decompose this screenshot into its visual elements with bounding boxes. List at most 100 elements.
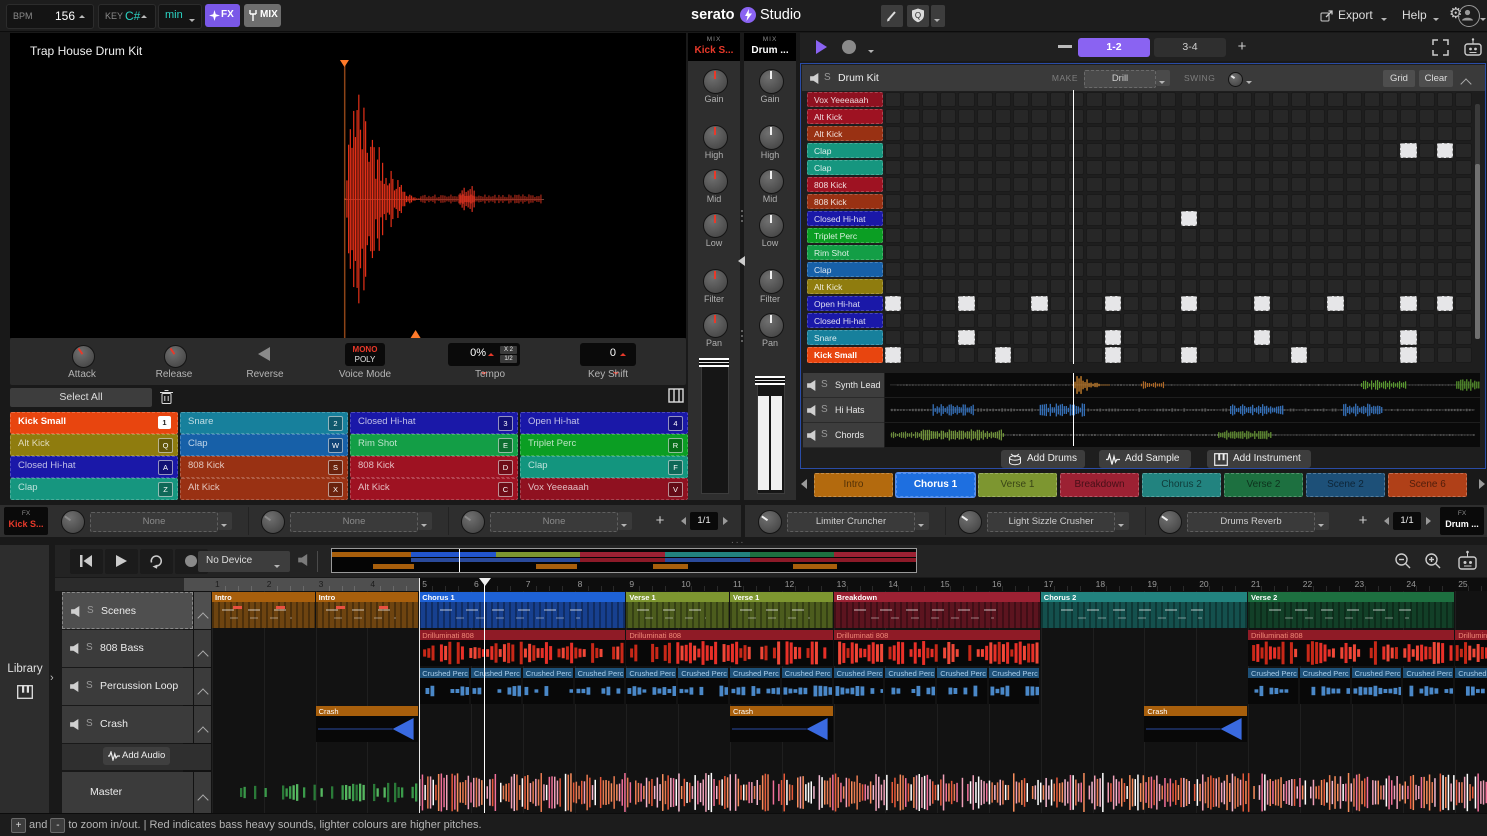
step-cell[interactable] bbox=[1437, 279, 1453, 294]
step-cell[interactable] bbox=[995, 177, 1011, 192]
step-cell[interactable] bbox=[922, 143, 938, 158]
step-cell[interactable] bbox=[1068, 160, 1084, 175]
pad-clap[interactable]: ClapW bbox=[180, 434, 348, 456]
step-cell[interactable] bbox=[1050, 109, 1066, 124]
step-cell[interactable] bbox=[1123, 126, 1139, 141]
step-cell[interactable] bbox=[903, 160, 919, 175]
step-cell[interactable] bbox=[1419, 313, 1435, 328]
step-cell[interactable] bbox=[885, 143, 901, 158]
seq-row-label-14[interactable]: Snare bbox=[807, 330, 883, 345]
step-cell[interactable] bbox=[1160, 143, 1176, 158]
step-cell[interactable] bbox=[1181, 177, 1197, 192]
perc-clip[interactable]: Crushed Perc bbox=[1455, 668, 1487, 704]
record-options-caret[interactable] bbox=[868, 44, 876, 52]
step-cell[interactable] bbox=[958, 211, 974, 226]
solo-badge[interactable]: S bbox=[86, 680, 96, 692]
fx-knob-1[interactable] bbox=[958, 510, 982, 534]
step-cell[interactable] bbox=[1327, 313, 1343, 328]
pad-closed-hi-hat[interactable]: Closed Hi-hatA bbox=[10, 456, 178, 478]
scene-clip-verse-1[interactable]: Verse 1 bbox=[730, 592, 833, 628]
step-cell[interactable] bbox=[922, 126, 938, 141]
key-stepper[interactable] bbox=[141, 9, 151, 24]
fx-slot-dropdown-0[interactable]: None bbox=[90, 512, 218, 532]
step-cell[interactable] bbox=[1236, 194, 1252, 209]
step-cell[interactable] bbox=[1031, 228, 1047, 243]
pattern-tab-3-4[interactable]: 3-4 bbox=[1154, 38, 1226, 57]
step-cell[interactable] bbox=[1364, 347, 1380, 362]
step-cell[interactable] bbox=[940, 330, 956, 345]
step-cell[interactable] bbox=[1382, 109, 1398, 124]
pad-clap[interactable]: ClapZ bbox=[10, 478, 178, 500]
step-cell[interactable] bbox=[1217, 194, 1233, 209]
step-cell[interactable] bbox=[995, 330, 1011, 345]
step-cell[interactable] bbox=[1364, 313, 1380, 328]
scene-button-breakdown[interactable]: Breakdown bbox=[1060, 473, 1139, 497]
perc-clip[interactable]: Crushed Perc bbox=[575, 668, 625, 704]
step-cell[interactable] bbox=[1013, 330, 1029, 345]
step-cell[interactable] bbox=[1254, 160, 1270, 175]
fx-pager-prev[interactable] bbox=[1383, 516, 1391, 526]
step-cell[interactable] bbox=[1105, 211, 1121, 226]
key-scale-dropdown[interactable]: min bbox=[158, 4, 202, 29]
step-cell[interactable] bbox=[995, 194, 1011, 209]
step-cell[interactable] bbox=[1105, 330, 1121, 345]
step-cell[interactable] bbox=[1309, 126, 1325, 141]
track-mute-icon[interactable] bbox=[807, 380, 817, 390]
seq-row-label-12[interactable]: Open Hi-hat bbox=[807, 296, 883, 311]
step-cell[interactable] bbox=[1181, 330, 1197, 345]
step-cell[interactable] bbox=[1141, 160, 1157, 175]
step-cell[interactable] bbox=[1400, 92, 1416, 107]
fx-knob-0[interactable] bbox=[61, 510, 85, 534]
step-cell[interactable] bbox=[1236, 109, 1252, 124]
track-header-hi-hats[interactable]: SHi Hats bbox=[803, 398, 884, 423]
step-cell[interactable] bbox=[1455, 279, 1471, 294]
step-cell[interactable] bbox=[940, 177, 956, 192]
step-cell[interactable] bbox=[977, 245, 993, 260]
step-cell[interactable] bbox=[1031, 160, 1047, 175]
step-cell[interactable] bbox=[1272, 211, 1288, 226]
step-cell[interactable] bbox=[1160, 262, 1176, 277]
step-cell[interactable] bbox=[1327, 296, 1343, 311]
step-cell[interactable] bbox=[903, 347, 919, 362]
collapse-drumkit-chevron[interactable] bbox=[1462, 72, 1472, 82]
step-cell[interactable] bbox=[1455, 126, 1471, 141]
step-cell[interactable] bbox=[1346, 211, 1362, 226]
step-cell[interactable] bbox=[1050, 279, 1066, 294]
sampler-robot-icon[interactable] bbox=[1455, 549, 1479, 573]
fx-slot-dropdown-2[interactable]: None bbox=[490, 512, 618, 532]
step-cell[interactable] bbox=[1123, 245, 1139, 260]
mixer-knob-mid[interactable] bbox=[759, 169, 784, 194]
step-cell[interactable] bbox=[1455, 228, 1471, 243]
fx-slot-dropdown-1[interactable]: Light Sizzle Crusher bbox=[987, 512, 1115, 532]
step-cell[interactable] bbox=[1455, 313, 1471, 328]
step-cell[interactable] bbox=[1291, 143, 1307, 158]
step-cell[interactable] bbox=[1327, 126, 1343, 141]
play-button[interactable] bbox=[105, 549, 138, 574]
step-cell[interactable] bbox=[995, 228, 1011, 243]
step-cell[interactable] bbox=[1086, 330, 1102, 345]
step-cell[interactable] bbox=[1105, 143, 1121, 158]
step-cell[interactable] bbox=[958, 330, 974, 345]
step-cell[interactable] bbox=[1327, 92, 1343, 107]
step-cell[interactable] bbox=[1141, 126, 1157, 141]
step-cell[interactable] bbox=[1013, 279, 1029, 294]
step-cell[interactable] bbox=[1364, 92, 1380, 107]
fx-slot-caret-2[interactable] bbox=[1315, 512, 1329, 530]
step-cell[interactable] bbox=[1291, 296, 1307, 311]
step-cell[interactable] bbox=[1327, 109, 1343, 124]
step-cell[interactable] bbox=[1400, 279, 1416, 294]
step-cell[interactable] bbox=[1217, 160, 1233, 175]
step-cell[interactable] bbox=[1105, 347, 1121, 362]
step-cell[interactable] bbox=[1291, 194, 1307, 209]
step-cell[interactable] bbox=[958, 92, 974, 107]
step-cell[interactable] bbox=[1272, 109, 1288, 124]
step-cell[interactable] bbox=[1419, 228, 1435, 243]
step-cell[interactable] bbox=[1346, 296, 1362, 311]
preview-volume-icon[interactable] bbox=[298, 554, 310, 566]
step-cell[interactable] bbox=[1031, 143, 1047, 158]
step-cell[interactable] bbox=[1236, 126, 1252, 141]
scene-clip-intro[interactable]: Intro bbox=[316, 592, 419, 628]
step-cell[interactable] bbox=[1400, 262, 1416, 277]
step-cell[interactable] bbox=[1160, 109, 1176, 124]
solo-badge[interactable]: S bbox=[821, 379, 831, 391]
